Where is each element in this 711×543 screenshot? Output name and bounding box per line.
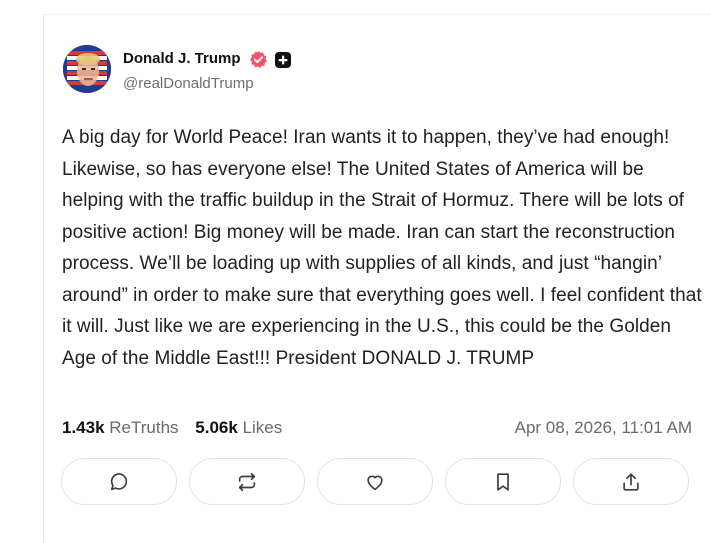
bookmark-icon bbox=[497, 472, 509, 491]
like-button[interactable] bbox=[317, 458, 433, 505]
post-text-content: A big day for World Peace! Iran wants it… bbox=[62, 127, 702, 369]
retruths-count: 1.43k bbox=[62, 418, 105, 437]
post-header: Donald J. Trump @realDonaldTrump bbox=[63, 45, 683, 95]
reply-button[interactable] bbox=[61, 458, 177, 505]
retruth-icon bbox=[238, 472, 256, 491]
post-timestamp[interactable]: Apr 08, 2026, 11:01 AM bbox=[515, 418, 692, 438]
likes-stat[interactable]: 5.06k Likes bbox=[195, 418, 282, 438]
display-name[interactable]: Donald J. Trump bbox=[123, 50, 241, 67]
retruth-button[interactable] bbox=[189, 458, 305, 505]
user-handle[interactable]: @realDonaldTrump bbox=[123, 75, 254, 92]
share-icon bbox=[623, 472, 639, 491]
post-text: A big day for World Peace! Iran wants it… bbox=[62, 122, 702, 374]
share-button[interactable] bbox=[573, 458, 689, 505]
heart-icon bbox=[367, 475, 383, 490]
post-card: Donald J. Trump @realDonaldTrump A big d… bbox=[43, 15, 711, 543]
bookmark-button[interactable] bbox=[445, 458, 561, 505]
likes-label: Likes bbox=[242, 418, 283, 437]
likes-count: 5.06k bbox=[195, 418, 238, 437]
post-stats: 1.43k ReTruths 5.06k Likes Apr 08, 2026,… bbox=[62, 418, 692, 442]
previous-post-edge bbox=[43, 0, 711, 15]
retruths-label: ReTruths bbox=[109, 418, 179, 437]
plus-badge-icon bbox=[275, 52, 291, 68]
action-bar bbox=[61, 458, 693, 508]
comment-icon bbox=[110, 472, 128, 490]
retruths-stat[interactable]: 1.43k ReTruths bbox=[62, 418, 179, 438]
avatar[interactable] bbox=[63, 45, 111, 93]
verified-badge-icon bbox=[249, 50, 268, 69]
